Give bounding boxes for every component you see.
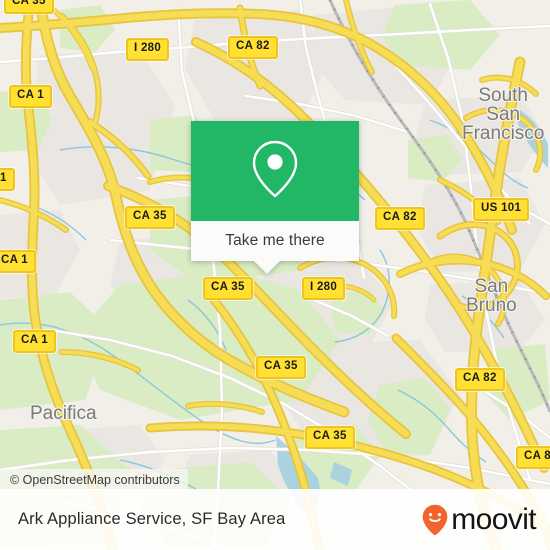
shield-ca-82-bottom: CA 82 bbox=[516, 446, 550, 469]
shield-ca-1-upper: CA 1 bbox=[9, 85, 52, 108]
take-me-there-label: Take me there bbox=[225, 232, 325, 249]
bottom-info-bar: Ark Appliance Service, SF Bay Area moovi… bbox=[0, 489, 550, 550]
shield-ca-82-top: CA 82 bbox=[228, 36, 278, 59]
popup-tail bbox=[254, 261, 280, 274]
map-canvas[interactable]: South San Francisco San Bruno Pacifica CA … bbox=[0, 0, 550, 550]
place-title: Ark Appliance Service, SF Bay Area bbox=[18, 510, 286, 528]
map-attribution[interactable]: © OpenStreetMap contributors bbox=[0, 469, 188, 491]
shield-ca-1-mid: CA 1 bbox=[0, 250, 36, 273]
shield-ca-82-mid: CA 82 bbox=[375, 207, 425, 230]
map-pin-icon bbox=[248, 138, 302, 205]
shield-i-280-center: I 280 bbox=[302, 277, 346, 300]
shield-ca-35-bottom: CA 35 bbox=[305, 426, 355, 449]
shield-ca-1-lower: CA 1 bbox=[13, 330, 56, 353]
popup-header bbox=[191, 121, 359, 221]
shield-ca-35-topleft: CA 35 bbox=[4, 0, 54, 14]
map-screenshot: South San Francisco San Bruno Pacifica CA … bbox=[0, 0, 550, 550]
shield-ca-1-edge: 1 bbox=[0, 168, 15, 191]
shield-ca-35-lower: CA 35 bbox=[256, 356, 306, 379]
shield-ca-82-lower: CA 82 bbox=[455, 368, 505, 391]
popup-action[interactable]: Take me there bbox=[191, 221, 359, 261]
shield-ca-35-center: CA 35 bbox=[203, 277, 253, 300]
moovit-pin-smile-icon bbox=[422, 504, 448, 536]
shield-i-280-top: I 280 bbox=[126, 38, 170, 61]
shield-ca-35-left: CA 35 bbox=[125, 206, 175, 229]
moovit-brand[interactable]: moovit bbox=[422, 502, 537, 536]
moovit-wordmark: moovit bbox=[451, 502, 536, 536]
destination-popup[interactable]: Take me there bbox=[191, 121, 359, 274]
map-road-shields: CA 35 I 280 CA 82 CA 1 1 CA 35 CA 82 US 101 CA 1… bbox=[0, 0, 550, 550]
shield-us-101: US 101 bbox=[473, 198, 530, 221]
